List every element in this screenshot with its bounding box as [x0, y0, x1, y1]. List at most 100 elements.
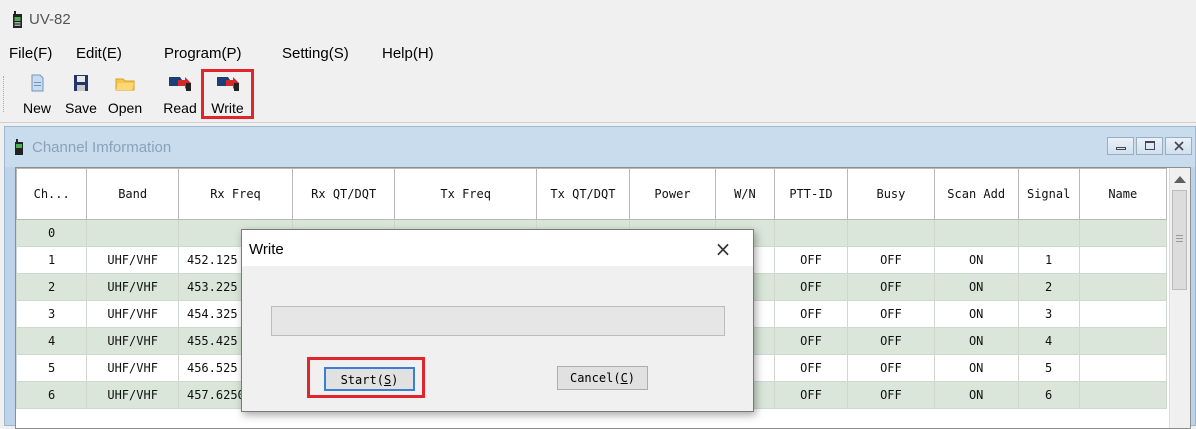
open-label: Open [107, 100, 143, 116]
table-cell[interactable]: OFF [773, 246, 849, 274]
table-cell[interactable] [1078, 300, 1168, 328]
table-cell[interactable]: 2 [16, 273, 88, 301]
table-cell[interactable]: OFF [773, 300, 849, 328]
column-header[interactable]: Ch... [16, 168, 88, 220]
column-header[interactable]: Rx QT/DQT [292, 168, 396, 220]
column-header[interactable]: Rx Freq [177, 168, 294, 220]
table-cell[interactable]: OFF [773, 381, 849, 409]
table-cell[interactable]: 3 [16, 300, 88, 328]
table-cell[interactable]: ON [933, 246, 1019, 274]
minimize-icon [1116, 147, 1126, 150]
open-folder-icon [115, 78, 135, 91]
save-button[interactable]: Save [63, 72, 99, 120]
column-header[interactable]: Tx QT/DQT [536, 168, 630, 220]
menu-program[interactable]: Program(P) [164, 45, 242, 62]
table-cell[interactable]: 6 [1017, 381, 1080, 409]
read-label: Read [163, 100, 197, 116]
read-button[interactable]: Read [161, 72, 199, 120]
table-cell[interactable] [1078, 273, 1168, 301]
table-cell[interactable]: UHF/VHF [86, 354, 179, 382]
table-cell[interactable] [847, 219, 935, 247]
menu-bar: File(F) Edit(E) Program(P) Setting(S) He… [0, 36, 1196, 66]
table-cell[interactable]: 6 [16, 381, 88, 409]
read-radio-icon [169, 77, 191, 91]
table-cell[interactable] [773, 219, 849, 247]
dialog-close-icon[interactable]: × [710, 236, 736, 262]
table-cell[interactable]: OFF [847, 300, 935, 328]
table-cell[interactable]: ON [933, 273, 1019, 301]
table-cell[interactable]: ON [933, 354, 1019, 382]
child-title-bar[interactable]: Channel Imformation [5, 127, 1195, 167]
column-header[interactable]: PTT-ID [773, 168, 849, 220]
table-cell[interactable]: OFF [773, 327, 849, 355]
table-cell[interactable]: 1 [16, 246, 88, 274]
vertical-scrollbar[interactable] [1169, 168, 1190, 428]
restore-icon [1145, 141, 1155, 150]
minimize-button[interactable] [1107, 137, 1134, 155]
column-header[interactable]: Busy [847, 168, 935, 220]
table-cell[interactable] [86, 219, 179, 247]
table-cell[interactable]: UHF/VHF [86, 381, 179, 409]
column-header[interactable]: Power [628, 168, 717, 220]
table-cell[interactable]: OFF [847, 354, 935, 382]
table-cell[interactable] [1017, 219, 1080, 247]
save-disk-icon [74, 75, 88, 91]
table-cell[interactable]: OFF [847, 273, 935, 301]
table-cell[interactable]: OFF [847, 327, 935, 355]
restore-button[interactable] [1136, 137, 1163, 155]
table-cell[interactable] [933, 219, 1019, 247]
write-button-highlight [201, 69, 254, 119]
table-cell[interactable]: 4 [1017, 327, 1080, 355]
cancel-button[interactable]: Cancel(C) [557, 366, 648, 390]
toolbar: New Save Open Read Write [0, 66, 1196, 123]
child-window-title: Channel Imformation [32, 139, 172, 156]
table-cell[interactable]: 1 [1017, 246, 1080, 274]
column-header[interactable]: Signal [1017, 168, 1080, 220]
table-cell[interactable] [1078, 381, 1168, 409]
column-header[interactable]: Scan Add [933, 168, 1019, 220]
menu-help[interactable]: Help(H) [382, 45, 434, 62]
dialog-title-bar[interactable]: Write × [242, 230, 753, 266]
close-window-button[interactable] [1165, 137, 1192, 155]
cancel-label: Cancel [569, 371, 614, 385]
column-header[interactable]: Band [86, 168, 179, 220]
table-cell[interactable]: UHF/VHF [86, 246, 179, 274]
dialog-title: Write [249, 241, 284, 258]
table-cell[interactable]: 4 [16, 327, 88, 355]
table-header-row: Ch... Band Rx Freq Rx QT/DQT Tx Freq Tx QT/DQ… [16, 168, 1168, 220]
table-cell[interactable] [1078, 246, 1168, 274]
table-cell[interactable]: OFF [847, 381, 935, 409]
start-button-highlight [307, 357, 425, 398]
table-cell[interactable]: OFF [847, 246, 935, 274]
table-cell[interactable] [1078, 354, 1168, 382]
scroll-up-arrow-icon[interactable] [1174, 176, 1186, 183]
column-header[interactable]: W/N [715, 168, 775, 220]
close-icon [1174, 141, 1184, 151]
write-progress-bar [271, 306, 725, 336]
column-header[interactable]: Tx Freq [394, 168, 538, 220]
table-cell[interactable]: OFF [773, 354, 849, 382]
column-header[interactable]: Name [1078, 168, 1168, 220]
open-button[interactable]: Open [102, 72, 148, 120]
menu-edit[interactable]: Edit(E) [76, 45, 122, 62]
table-cell[interactable] [1078, 327, 1168, 355]
app-radio-icon [13, 11, 22, 28]
table-cell[interactable]: ON [933, 381, 1019, 409]
new-button[interactable]: New [19, 72, 55, 120]
table-cell[interactable]: 2 [1017, 273, 1080, 301]
table-cell[interactable]: UHF/VHF [86, 327, 179, 355]
table-cell[interactable]: 3 [1017, 300, 1080, 328]
table-cell[interactable]: 5 [1017, 354, 1080, 382]
table-cell[interactable]: 5 [16, 354, 88, 382]
table-cell[interactable] [1078, 219, 1168, 247]
table-cell[interactable]: OFF [773, 273, 849, 301]
table-cell[interactable]: ON [933, 327, 1019, 355]
scroll-thumb[interactable] [1172, 190, 1187, 290]
menu-file[interactable]: File(F) [9, 45, 52, 62]
table-cell[interactable]: UHF/VHF [86, 300, 179, 328]
table-cell[interactable]: ON [933, 300, 1019, 328]
toolbar-grip[interactable] [3, 76, 6, 112]
menu-setting[interactable]: Setting(S) [282, 45, 349, 62]
table-cell[interactable]: 0 [16, 219, 88, 247]
table-cell[interactable]: UHF/VHF [86, 273, 179, 301]
